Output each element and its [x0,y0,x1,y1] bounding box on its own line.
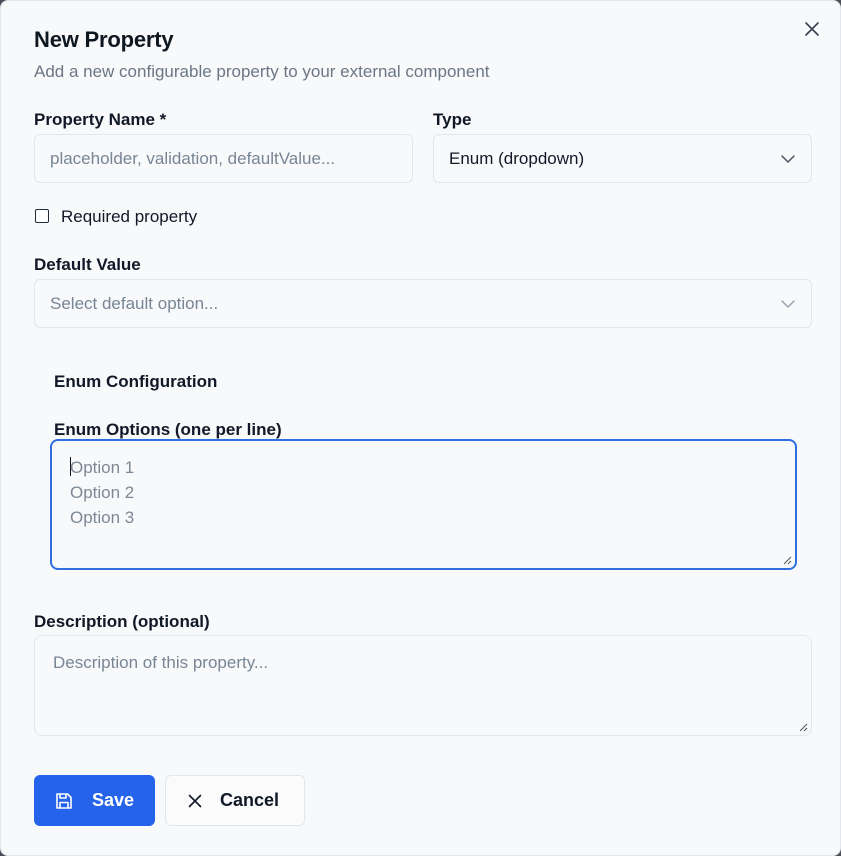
type-label: Type [433,110,472,129]
dialog-subtitle: Add a new configurable property to your … [34,62,490,81]
chevron-down-icon [781,154,795,163]
description-textarea[interactable]: Description of this property... [34,635,812,736]
type-selected-value: Enum (dropdown) [449,148,585,168]
default-value-placeholder: Select default option... [50,293,219,313]
enum-configuration-title: Enum Configuration [54,372,218,391]
default-value-label: Default Value [34,255,141,274]
new-property-dialog: New Property Add a new configurable prop… [0,0,841,856]
close-icon [188,794,202,808]
property-name-input[interactable]: placeholder, validation, defaultValue... [34,134,413,183]
enum-option-placeholder-line: Option 2 [70,483,135,502]
property-name-placeholder: placeholder, validation, defaultValue... [50,148,336,168]
default-value-select[interactable]: Select default option... [34,279,812,328]
cancel-button[interactable]: Cancel [165,775,305,826]
enum-option-placeholder-line: Option 1 [70,457,135,477]
type-select[interactable]: Enum (dropdown) [433,134,812,183]
resize-handle-icon[interactable] [783,556,792,565]
dialog-title: New Property [34,27,174,52]
resize-handle-icon[interactable] [799,723,808,732]
enum-options-textarea[interactable]: Option 1 Option 2 Option 3 [50,439,797,570]
description-placeholder: Description of this property... [53,653,269,672]
save-button[interactable]: Save [34,775,155,826]
save-icon [54,791,74,811]
property-name-label: Property Name * [34,110,167,129]
close-icon [805,22,819,36]
cancel-button-label: Cancel [220,790,280,810]
required-checkbox[interactable] [35,209,49,223]
close-button[interactable] [799,16,825,42]
enum-option-placeholder-line: Option 3 [70,508,135,527]
description-label: Description (optional) [34,612,210,631]
required-label[interactable]: Required property [61,207,197,227]
save-button-label: Save [92,790,135,810]
chevron-down-icon [781,299,795,308]
enum-options-label: Enum Options (one per line) [54,420,282,439]
